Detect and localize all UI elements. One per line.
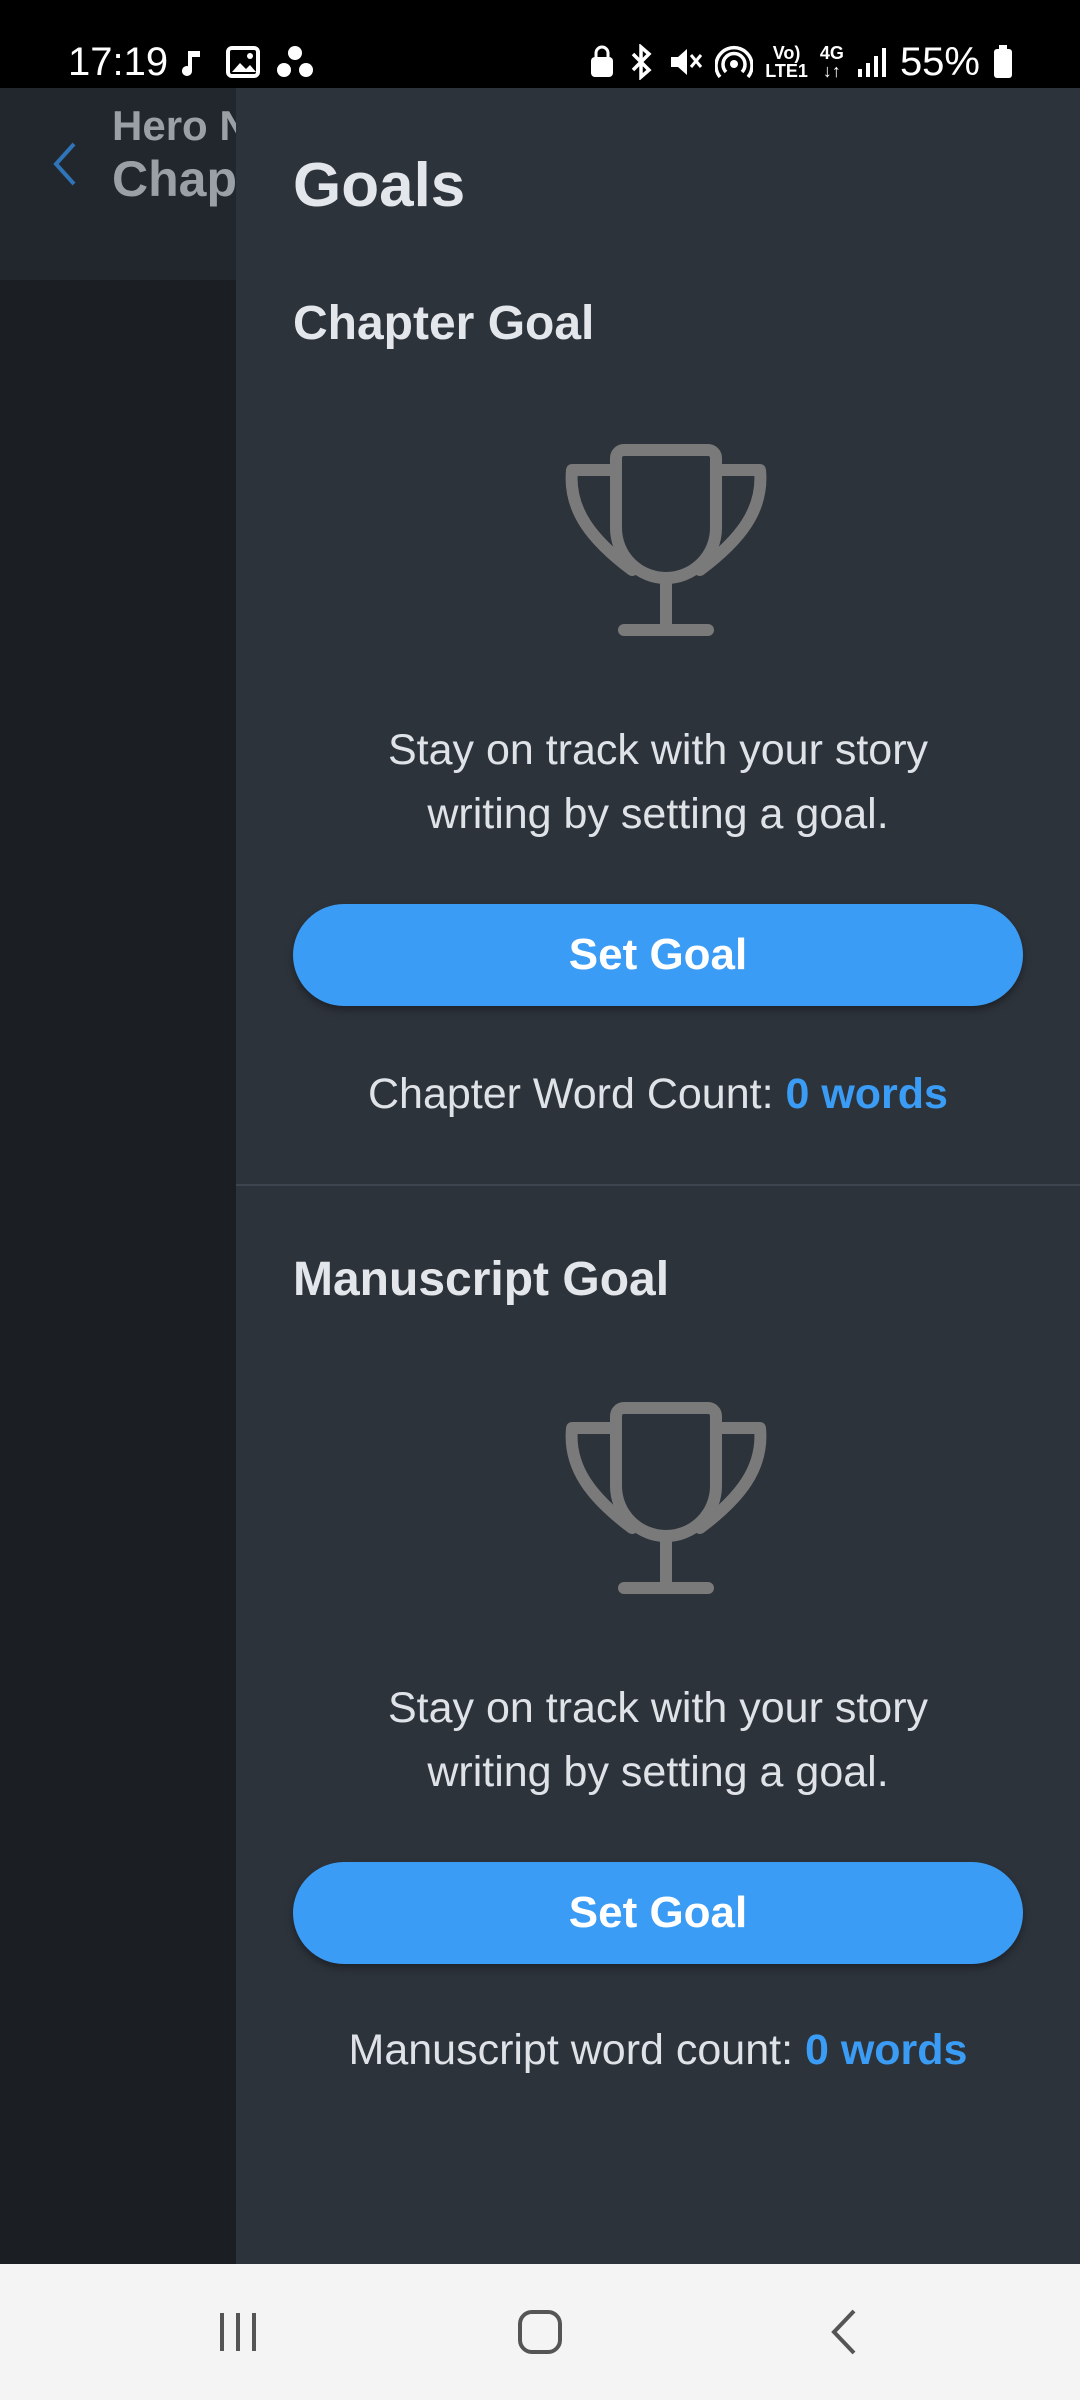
manuscript-goal-description: Stay on track with your story writing by… [387,1684,929,1796]
book-title: Hero N [112,102,250,149]
chapter-title: Chap [112,151,237,207]
network-type: 4G ↓↑ [819,43,844,81]
section-divider [236,1184,1080,1186]
status-bar: 17:19 Vo) LTE1 4G ↓↑ 55% [0,0,1080,88]
dots-icon [274,44,316,85]
chapter-goal-description: Stay on track with your story writing by… [387,726,929,838]
goals-drawer: Goals Chapter Goal Stay on track with yo… [236,88,1080,2264]
manuscript-word-count-value: 0 words [804,2026,968,2074]
bluetooth-icon [627,44,655,80]
chapter-word-count-value: 0 words [785,1070,948,1118]
chapter-set-goal-button[interactable]: Set Goal [293,904,1023,1006]
drawer-title: Goals [293,151,466,220]
mute-icon [667,45,703,79]
back-icon[interactable] [804,2300,884,2364]
manuscript-word-count: Manuscript word count: 0 words [236,2022,1080,2078]
lock-icon [589,45,615,79]
navigation-bar [0,2264,1080,2400]
hotspot-icon [715,44,754,80]
trophy-icon [554,1398,778,1598]
chapter-word-count: Chapter Word Count: 0 words [236,1066,1080,1122]
home-icon[interactable] [500,2300,580,2364]
image-icon [226,45,262,84]
battery-percent: 55% [899,40,980,84]
notification-icons [180,44,316,85]
manuscript-goal-heading: Manuscript Goal [293,1253,670,1306]
recents-icon[interactable] [198,2300,278,2364]
chapter-word-count-label: Chapter Word Count: [368,1070,774,1118]
music-icon [180,45,214,84]
battery-icon [992,44,1014,80]
system-icons: Vo) LTE1 4G ↓↑ 55% [589,38,1014,86]
back-chevron-icon[interactable] [52,140,78,193]
trophy-icon [554,440,778,640]
manuscript-word-count-label: Manuscript word count: [348,2026,794,2074]
signal-icon [856,45,888,79]
manuscript-set-goal-button[interactable]: Set Goal [293,1862,1023,1964]
chapter-goal-heading: Chapter Goal [293,297,595,350]
network-label: Vo) LTE1 [765,43,808,81]
status-time: 17:19 [68,40,169,84]
